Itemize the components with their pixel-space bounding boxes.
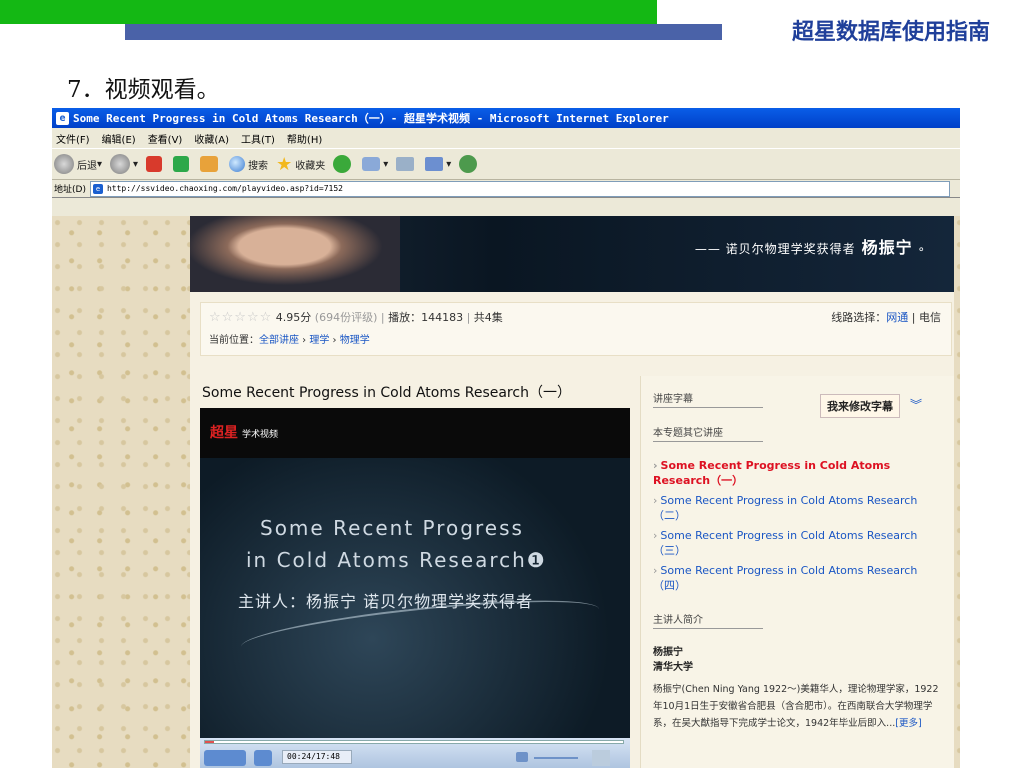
window-title: Some Recent Progress in Cold Atoms Resea… (73, 112, 669, 125)
back-icon (54, 154, 74, 174)
messenger-button[interactable] (459, 155, 480, 173)
speaker-name: 杨振宁 (653, 647, 683, 658)
video-caption-line1: Some Recent Progress (260, 516, 524, 540)
video-caption-line3: 主讲人：杨振宁 诺贝尔物理学奖获得者 (238, 592, 534, 611)
menu-view[interactable]: 查看(V) (148, 131, 183, 146)
url-text: http://ssvideo.chaoxing.com/playvideo.as… (106, 184, 343, 193)
sidebar: 讲座字幕 我来修改字幕 ︾ 本专题其它讲座 › Some Recent Progr… (640, 376, 954, 768)
rating-count: (694份评级) (314, 311, 378, 324)
speaker-banner: —— 诺贝尔物理学奖获得者 杨振宁 ∘ (190, 216, 954, 292)
web-page: —— 诺贝尔物理学奖获得者 杨振宁 ∘ ☆☆☆☆☆ 4.95分 (694份评级) … (52, 216, 960, 768)
play-count: 播放：144183 (388, 311, 464, 324)
breadcrumb: 当前位置：全部讲座 › 理学 › 物理学 (209, 335, 370, 346)
route-select: 线路选择：网通 | 电信 (831, 311, 941, 324)
route-netcom-link[interactable]: 网通 (886, 311, 908, 324)
ie-icon: e (56, 111, 69, 125)
time-display: 00:24/17:48 (282, 750, 352, 764)
menu-tools[interactable]: 工具(T) (241, 131, 275, 146)
slide: 超星数据库使用指南 7．视频观看。 e Some Recent Progress… (0, 0, 1024, 768)
refresh-icon (173, 156, 190, 172)
page-content: —— 诺贝尔物理学奖获得者 杨振宁 ∘ ☆☆☆☆☆ 4.95分 (694份评级) … (190, 216, 954, 768)
print-icon (396, 157, 415, 171)
lecture-link-3[interactable]: › Some Recent Progress in Cold Atoms Rese… (653, 528, 942, 558)
volume-slider[interactable] (534, 757, 578, 759)
search-icon (229, 156, 246, 172)
video-player[interactable]: 超星 学术视频 Some Recent Progress in Cold Atom… (200, 408, 630, 738)
address-label: 地址(D) (54, 185, 86, 195)
print-button[interactable] (396, 157, 417, 171)
home-button[interactable] (200, 156, 221, 172)
edit-button[interactable]: ▾ (425, 157, 451, 171)
refresh-button[interactable] (173, 156, 192, 172)
episode-count: 共4集 (473, 311, 503, 324)
rating-score: 4.95分 (275, 311, 312, 324)
menu-help[interactable]: 帮助(H) (287, 131, 322, 146)
lecture-link-2[interactable]: › Some Recent Progress in Cold Atoms Rese… (653, 493, 942, 523)
section-heading: 7．视频观看。 (67, 77, 220, 103)
rating-stars[interactable]: ☆☆☆☆☆ (209, 310, 272, 325)
home-icon (200, 156, 219, 172)
banner-text: —— 诺贝尔物理学奖获得者 杨振宁 ∘ (694, 238, 926, 257)
forward-button[interactable]: ▾ (110, 154, 138, 174)
lecture-link-4[interactable]: › Some Recent Progress in Cold Atoms Rese… (653, 563, 942, 593)
menu-file[interactable]: 文件(F) (56, 131, 90, 146)
mail-button[interactable]: ▾ (362, 157, 388, 171)
banner-tagline: 诺贝尔物理学奖获得者 (725, 242, 856, 256)
chevron-down-icon[interactable]: ︾ (910, 396, 922, 413)
slide-title: 超星数据库使用指南 (791, 19, 990, 45)
menu-edit[interactable]: 编辑(E) (102, 131, 136, 146)
menu-bar: 文件(F) 编辑(E) 查看(V) 收藏(A) 工具(T) 帮助(H) (52, 128, 960, 148)
video-caption-line2: in Cold Atoms Research❶ (246, 548, 547, 572)
crumb-all-lectures[interactable]: 全部讲座 (259, 335, 299, 346)
fullscreen-button[interactable] (592, 750, 610, 766)
player-header: 超星 学术视频 (200, 408, 630, 458)
video-title: Some Recent Progress in Cold Atoms Resea… (202, 385, 571, 401)
video-info-box: ☆☆☆☆☆ 4.95分 (694份评级) | 播放：144183 | 共4集 线… (200, 302, 952, 356)
stop-button[interactable] (146, 156, 165, 172)
chaoxing-logo: 超星 学术视频 (210, 425, 279, 441)
speaker-heading: 主讲人简介 (653, 611, 763, 629)
subtitle-heading: 讲座字幕 (653, 390, 763, 408)
banner-name: 杨振宁 (861, 238, 913, 257)
speaker-bio: 杨振宁(Chen Ning Yang 1922～)美籍华人，理论物理学家，192… (653, 684, 939, 729)
mail-icon (362, 157, 381, 171)
seek-bar[interactable] (204, 740, 624, 744)
address-input[interactable]: e http://ssvideo.chaoxing.com/playvideo.… (89, 180, 950, 197)
more-link[interactable]: [更多] (895, 718, 921, 729)
speaker-portrait (190, 216, 400, 292)
messenger-icon (459, 155, 478, 173)
window-titlebar: e Some Recent Progress in Cold Atoms Res… (52, 108, 960, 128)
history-icon (333, 155, 352, 173)
other-lectures-heading: 本专题其它讲座 (653, 424, 763, 442)
route-telecom-link[interactable]: 电信 (919, 311, 941, 324)
search-button[interactable]: 搜索 (229, 156, 268, 172)
browser-screenshot: e Some Recent Progress in Cold Atoms Res… (52, 108, 960, 768)
back-button[interactable]: 后退 ▾ (54, 154, 102, 174)
page-icon: e (92, 183, 103, 194)
forward-icon (110, 154, 131, 174)
player-controls: 00:24/17:48 (200, 738, 630, 768)
video-column: Some Recent Progress in Cold Atoms Resea… (200, 376, 630, 768)
menu-favorites[interactable]: 收藏(A) (194, 131, 229, 146)
stop-icon (146, 156, 163, 172)
header-blue-bar (125, 24, 722, 40)
crumb-physics[interactable]: 物理学 (340, 335, 370, 346)
browser-toolbar: 后退 ▾ ▾ 搜索 ★ 收藏夹 ▾ ▾ (52, 148, 960, 180)
stop-video-button[interactable] (254, 750, 272, 766)
history-button[interactable] (333, 155, 354, 173)
speaker-org: 清华大学 (653, 662, 693, 673)
pause-button[interactable] (204, 750, 246, 766)
crumb-science[interactable]: 理学 (309, 335, 329, 346)
favorites-button[interactable]: ★ 收藏夹 (276, 154, 325, 175)
lecture-link-1[interactable]: › Some Recent Progress in Cold Atoms Rese… (653, 458, 942, 488)
star-icon: ★ (276, 153, 293, 175)
header-green-bar (0, 0, 657, 24)
edit-icon (425, 157, 444, 171)
edit-subtitle-button[interactable]: 我来修改字幕 (820, 394, 900, 418)
seek-progress (205, 741, 215, 743)
address-bar: 地址(D) e http://ssvideo.chaoxing.com/play… (52, 180, 960, 198)
volume-icon[interactable] (516, 752, 528, 762)
